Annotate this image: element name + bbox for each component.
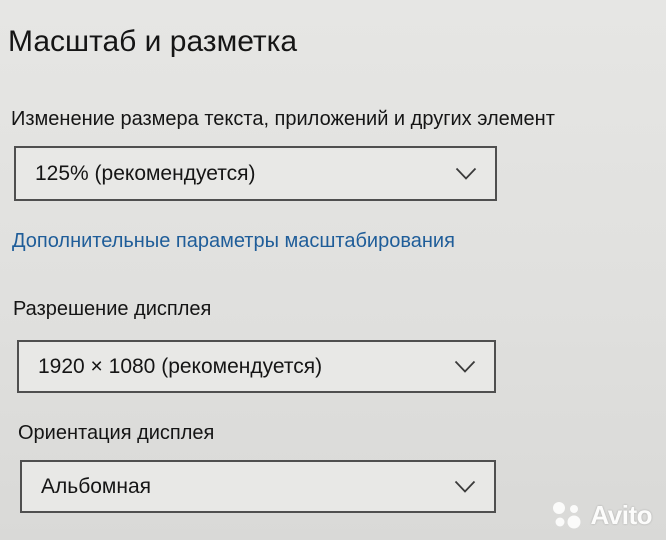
orientation-dropdown-value: Альбомная [41,474,151,498]
chevron-down-icon [454,480,476,493]
scale-dropdown[interactable]: 125% (рекомендуется) [14,146,497,201]
scale-label: Изменение размера текста, приложений и д… [11,108,555,130]
display-settings-panel: Масштаб и разметка Изменение размера тек… [0,0,666,540]
resolution-dropdown[interactable]: 1920 × 1080 (рекомендуется) [17,340,496,393]
avito-watermark: Avito [550,500,652,530]
advanced-scaling-link[interactable]: Дополнительные параметры масштабирования [12,228,455,254]
section-title: Масштаб и разметка [8,25,298,58]
scale-dropdown-value: 125% (рекомендуется) [35,161,256,185]
orientation-dropdown[interactable]: Альбомная [20,460,496,513]
chevron-down-icon [455,167,477,180]
orientation-label: Ориентация дисплея [18,422,215,444]
avito-logo-icon [553,502,581,529]
watermark-text: Avito [590,500,652,530]
chevron-down-icon [454,360,476,373]
resolution-dropdown-value: 1920 × 1080 (рекомендуется) [38,354,323,378]
resolution-label: Разрешение дисплея [13,298,212,320]
